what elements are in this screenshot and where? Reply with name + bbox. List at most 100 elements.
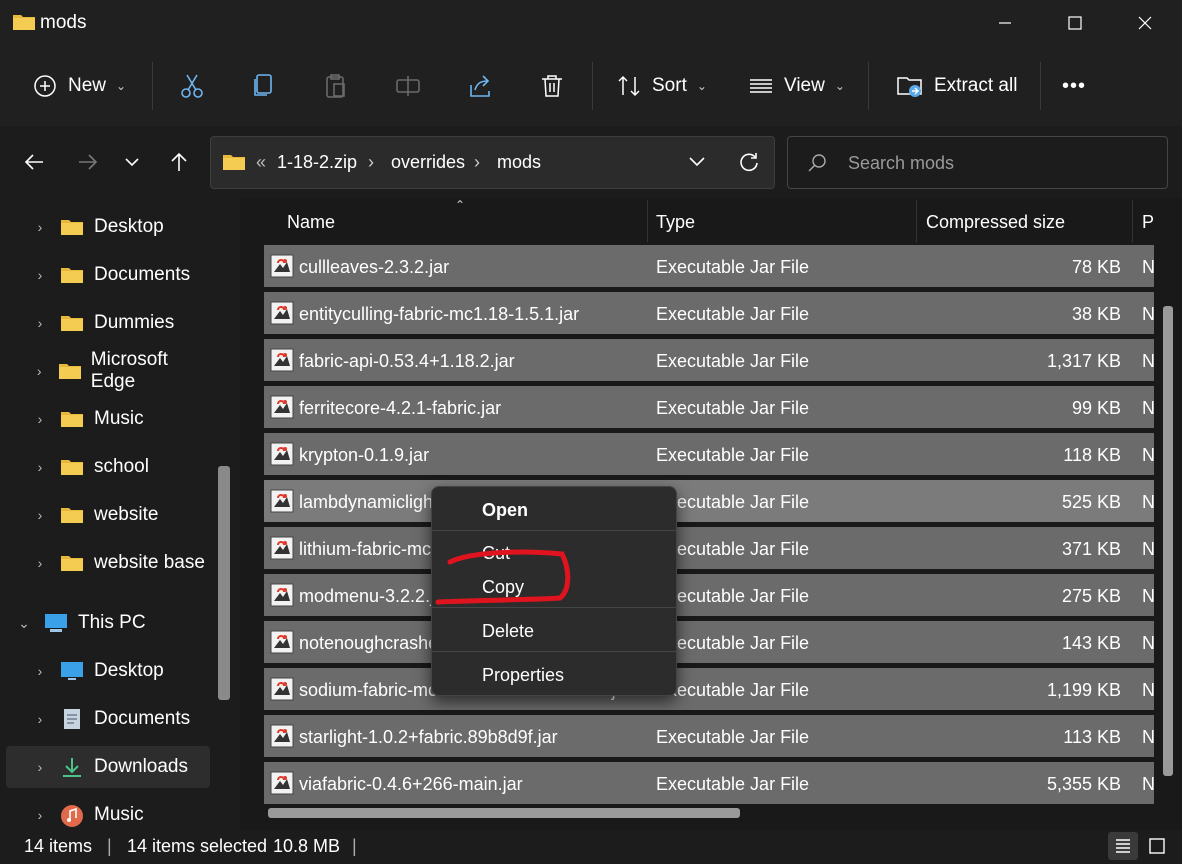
file-type: Executable Jar File bbox=[656, 586, 810, 606]
red-annotation-scribble bbox=[435, 549, 571, 605]
refresh-icon[interactable] bbox=[737, 151, 759, 173]
rename-button[interactable] bbox=[394, 64, 422, 108]
chevron-right-icon[interactable]: › bbox=[26, 663, 54, 679]
nav-item[interactable]: › Microsoft Edge bbox=[6, 349, 210, 392]
column-header-packed[interactable]: Pa bbox=[1142, 212, 1154, 233]
chevron-right-icon[interactable]: › bbox=[26, 555, 54, 571]
file-packed-cell: N bbox=[1142, 539, 1154, 559]
nav-item[interactable]: › website bbox=[6, 494, 210, 536]
back-button[interactable] bbox=[18, 146, 50, 178]
search-icon bbox=[808, 154, 826, 172]
nav-item[interactable]: › school bbox=[6, 446, 210, 488]
column-divider[interactable] bbox=[916, 200, 917, 242]
file-type: Executable Jar File bbox=[656, 492, 810, 512]
chevron-down-icon[interactable] bbox=[688, 154, 706, 170]
column-divider[interactable] bbox=[647, 200, 648, 242]
new-button[interactable]: New ⌄ bbox=[32, 64, 126, 108]
breadcrumb-zip[interactable]: 1-18-2.zip bbox=[277, 152, 357, 173]
file-packed-cell: N bbox=[1142, 398, 1154, 418]
nav-item[interactable]: › Dummies bbox=[6, 302, 210, 344]
sort-button[interactable]: Sort ⌄ bbox=[616, 64, 707, 108]
details-view-button[interactable] bbox=[1108, 832, 1138, 860]
nav-item[interactable]: › Desktop bbox=[6, 206, 210, 248]
file-name[interactable]: krypton-0.1.9.jar bbox=[299, 445, 639, 466]
nav-item-pc[interactable]: › Documents bbox=[6, 698, 210, 740]
column-divider[interactable] bbox=[1132, 200, 1133, 242]
column-header-compressed-size[interactable]: Compressed size bbox=[926, 212, 1065, 233]
nav-item-label: Microsoft Edge bbox=[90, 349, 168, 392]
context-delete[interactable]: Delete bbox=[482, 621, 534, 642]
vertical-scrollbar[interactable] bbox=[1163, 306, 1173, 776]
horizontal-scrollbar[interactable] bbox=[268, 808, 740, 818]
toolbar-divider bbox=[592, 62, 593, 110]
nav-item[interactable]: › Music bbox=[6, 398, 210, 440]
column-header-type[interactable]: Type bbox=[656, 212, 695, 233]
nav-scrollbar[interactable] bbox=[218, 466, 230, 700]
context-open[interactable]: Open bbox=[482, 500, 528, 521]
chevron-right-icon[interactable]: › bbox=[26, 711, 54, 727]
share-button[interactable] bbox=[466, 64, 494, 108]
file-name[interactable]: ferritecore-4.2.1-fabric.jar bbox=[299, 398, 639, 419]
breadcrumb-separator-icon: › bbox=[474, 152, 480, 172]
file-type: Executable Jar File bbox=[656, 257, 810, 277]
recent-locations-button[interactable] bbox=[116, 146, 148, 178]
nav-item-pc[interactable]: › Desktop bbox=[6, 650, 210, 692]
breadcrumb-mods[interactable]: mods bbox=[497, 152, 541, 173]
nav-item[interactable]: › Documents bbox=[6, 254, 210, 296]
file-compressed-size: 113 KB bbox=[1063, 727, 1121, 747]
file-type: Executable Jar File bbox=[656, 398, 810, 418]
rename-icon bbox=[396, 76, 420, 96]
nav-item-label: Desktop bbox=[94, 216, 164, 237]
breadcrumb-overflow[interactable]: « bbox=[256, 152, 266, 173]
file-type: Executable Jar File bbox=[656, 445, 810, 465]
file-name[interactable]: viafabric-0.4.6+266-main.jar bbox=[299, 774, 639, 795]
file-compressed-size: 1,317 KB bbox=[1046, 351, 1121, 371]
chevron-right-icon[interactable]: › bbox=[26, 219, 54, 235]
chevron-down-icon[interactable]: ⌄ bbox=[10, 615, 38, 632]
chevron-right-icon[interactable]: › bbox=[26, 411, 54, 427]
chevron-right-icon[interactable]: › bbox=[26, 363, 52, 379]
file-name[interactable]: entityculling-fabric-mc1.18-1.5.1.jar bbox=[299, 304, 639, 325]
context-properties[interactable]: Properties bbox=[482, 665, 564, 686]
file-packed-cell: N bbox=[1142, 680, 1154, 700]
chevron-right-icon[interactable]: › bbox=[26, 315, 54, 331]
chevron-right-icon[interactable]: › bbox=[26, 759, 54, 775]
paste-icon bbox=[326, 74, 345, 98]
file-packed-cell: N bbox=[1142, 586, 1154, 606]
cut-button[interactable] bbox=[178, 64, 206, 108]
chevron-down-icon: ⌄ bbox=[834, 79, 845, 93]
search-input[interactable] bbox=[787, 136, 1168, 189]
nav-item-label: This PC bbox=[78, 612, 146, 633]
file-name[interactable]: starlight-1.0.2+fabric.89b8d9f.jar bbox=[299, 727, 639, 748]
breadcrumb-overrides[interactable]: overrides bbox=[391, 152, 465, 173]
paste-button[interactable] bbox=[322, 64, 350, 108]
downloads-icon bbox=[60, 757, 86, 777]
delete-button[interactable] bbox=[538, 64, 566, 108]
chevron-right-icon[interactable]: › bbox=[26, 459, 54, 475]
column-header-name[interactable]: Name bbox=[287, 212, 335, 233]
more-options-button[interactable]: ••• bbox=[1062, 64, 1086, 108]
status-selected-count: 14 items selected bbox=[127, 836, 268, 856]
file-compressed-size: 143 KB bbox=[1061, 633, 1121, 653]
chevron-right-icon[interactable]: › bbox=[26, 267, 54, 283]
maximize-button[interactable] bbox=[1040, 0, 1110, 46]
nav-item-pc[interactable]: › Downloads bbox=[6, 746, 210, 788]
nav-item-this-pc[interactable]: ⌄ This PC bbox=[0, 602, 204, 644]
copy-button[interactable] bbox=[250, 64, 278, 108]
minimize-button[interactable] bbox=[970, 0, 1040, 46]
up-button[interactable] bbox=[163, 146, 195, 178]
view-button[interactable]: View ⌄ bbox=[748, 64, 845, 108]
folder-icon bbox=[58, 361, 82, 381]
file-name[interactable]: fabric-api-0.53.4+1.18.2.jar bbox=[299, 351, 639, 372]
file-type: Executable Jar File bbox=[656, 633, 810, 653]
nav-item[interactable]: › website base bbox=[6, 542, 210, 584]
forward-button[interactable] bbox=[72, 146, 104, 178]
close-button[interactable] bbox=[1110, 0, 1180, 46]
tiles-view-button[interactable] bbox=[1142, 832, 1172, 860]
chevron-right-icon[interactable]: › bbox=[26, 507, 54, 523]
extract-all-button[interactable]: Extract all bbox=[896, 64, 1017, 108]
folder-icon bbox=[13, 15, 35, 30]
file-packed-cell: N bbox=[1142, 774, 1154, 794]
chevron-right-icon[interactable]: › bbox=[26, 807, 54, 823]
file-name[interactable]: cullleaves-2.3.2.jar bbox=[299, 257, 639, 278]
